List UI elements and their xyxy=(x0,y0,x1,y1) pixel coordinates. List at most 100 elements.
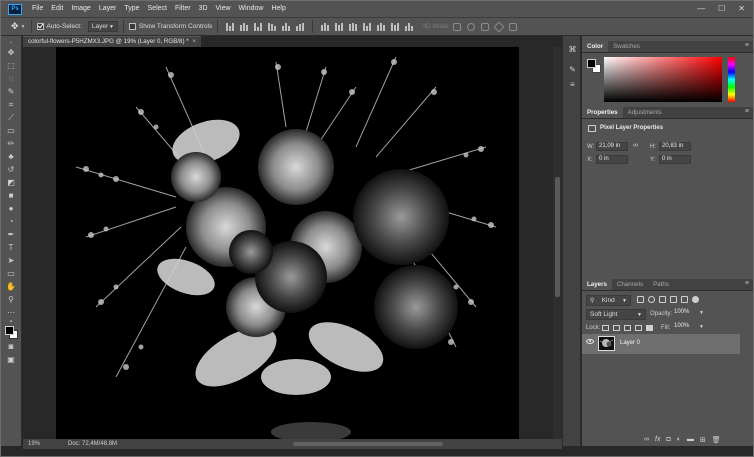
align-top-icon[interactable] xyxy=(226,22,235,31)
vertical-scrollbar-thumb[interactable] xyxy=(555,177,560,297)
vertical-scrollbar[interactable] xyxy=(553,47,562,439)
filter-type-icon[interactable] xyxy=(659,296,666,303)
trash-icon[interactable]: 🗑 xyxy=(712,436,721,444)
chevron-down-icon[interactable]: ▼ xyxy=(699,324,704,330)
3d-pan-icon[interactable] xyxy=(481,22,490,31)
hue-slider[interactable] xyxy=(728,57,735,102)
menu-layer[interactable]: Layer xyxy=(95,1,121,17)
document-tab[interactable]: colorful-flowers-P5HZMX3.JPG @ 19% (Laye… xyxy=(23,36,201,47)
path-selection-tool-icon[interactable]: ➤ xyxy=(5,256,17,266)
new-layer-icon[interactable]: ⊞ xyxy=(700,436,706,444)
rectangle-tool-icon[interactable]: ▭ xyxy=(5,269,17,279)
align-right-icon[interactable] xyxy=(296,22,305,31)
distribute-hcenter-icon[interactable] xyxy=(377,22,386,31)
pen-tool-icon[interactable]: ✒ xyxy=(5,230,17,240)
collapse-toolbar-icon[interactable]: » xyxy=(5,38,17,48)
menu-file[interactable]: File xyxy=(28,1,47,17)
panel-menu-icon[interactable]: ≡ xyxy=(745,42,749,49)
fx-icon[interactable]: fx xyxy=(655,436,660,444)
history-panel-icon[interactable]: ⌘ xyxy=(568,46,577,54)
width-field[interactable]: 21,09 in xyxy=(596,142,628,151)
horizontal-scrollbar-thumb[interactable] xyxy=(293,442,443,446)
eye-icon[interactable] xyxy=(586,339,594,344)
adjustments-panel-icon[interactable]: ≡ xyxy=(568,81,577,89)
document-canvas[interactable] xyxy=(56,47,519,439)
clone-stamp-tool-icon[interactable]: ♣ xyxy=(5,152,17,162)
3d-slide-icon[interactable] xyxy=(493,20,506,33)
lock-position-icon[interactable] xyxy=(624,325,631,331)
crop-tool-icon[interactable]: ⌗ xyxy=(5,100,17,110)
document-size-info[interactable]: Doc: 72,4M/48,8M xyxy=(68,439,117,449)
tab-paths[interactable]: Paths xyxy=(648,279,674,290)
canvas-area[interactable] xyxy=(23,47,553,439)
move-tool-icon[interactable]: ✥ xyxy=(5,48,17,58)
x-field[interactable]: 0 in xyxy=(596,155,628,164)
opacity-field[interactable]: 100% xyxy=(672,309,698,318)
align-left-icon[interactable] xyxy=(268,22,277,31)
3d-roll-icon[interactable] xyxy=(467,22,476,31)
align-bottom-icon[interactable] xyxy=(254,22,263,31)
menu-filter[interactable]: Filter xyxy=(171,1,195,17)
auto-align-icon[interactable] xyxy=(405,22,414,31)
menu-type[interactable]: Type xyxy=(120,1,143,17)
folder-icon[interactable]: ▬ xyxy=(687,436,694,444)
color-field[interactable] xyxy=(604,57,722,102)
distribute-vcenter-icon[interactable] xyxy=(335,22,344,31)
3d-scale-icon[interactable] xyxy=(509,22,518,31)
tab-properties[interactable]: Properties xyxy=(582,107,623,118)
eyedropper-tool-icon[interactable]: ⟋ xyxy=(5,113,17,123)
layer-row[interactable]: Layer 0 xyxy=(582,334,740,354)
align-hcenter-icon[interactable] xyxy=(282,22,291,31)
fill-field[interactable]: 100% xyxy=(672,323,698,332)
brush-settings-icon[interactable]: ✎ xyxy=(568,66,577,74)
menu-3d[interactable]: 3D xyxy=(195,1,212,17)
distribute-top-icon[interactable] xyxy=(321,22,330,31)
quick-mask-icon[interactable]: ◙ xyxy=(5,342,17,352)
filter-shape-icon[interactable] xyxy=(670,296,677,303)
chevron-down-icon[interactable]: ▼ xyxy=(699,310,704,316)
distribute-left-icon[interactable] xyxy=(363,22,372,31)
healing-brush-tool-icon[interactable]: ▭ xyxy=(5,126,17,136)
foreground-color-swatch[interactable] xyxy=(587,59,596,68)
tab-layers[interactable]: Layers xyxy=(582,279,612,290)
panel-menu-icon[interactable]: ≡ xyxy=(745,108,749,115)
lock-all-icon[interactable] xyxy=(646,325,653,331)
menu-select[interactable]: Select xyxy=(144,1,171,17)
tab-channels[interactable]: Channels xyxy=(612,279,648,290)
marquee-tool-icon[interactable]: ⬚ xyxy=(5,61,17,71)
menu-help[interactable]: Help xyxy=(267,1,289,17)
move-tool-icon[interactable]: ✥ xyxy=(11,21,19,32)
close-document-icon[interactable]: × xyxy=(192,37,196,47)
lock-transparent-icon[interactable] xyxy=(602,325,609,331)
menu-image[interactable]: Image xyxy=(67,1,94,17)
maximize-button[interactable]: ☐ xyxy=(718,1,725,17)
auto-select-checkbox[interactable] xyxy=(36,23,44,30)
lock-image-icon[interactable] xyxy=(613,325,620,331)
tab-swatches[interactable]: Swatches xyxy=(608,41,645,52)
history-brush-tool-icon[interactable]: ↺ xyxy=(5,165,17,175)
close-button[interactable]: ✕ xyxy=(738,1,745,17)
eraser-tool-icon[interactable]: ◩ xyxy=(5,178,17,188)
filter-adjustment-icon[interactable] xyxy=(648,296,655,303)
align-vcenter-icon[interactable] xyxy=(240,22,249,31)
panel-menu-icon[interactable]: ≡ xyxy=(745,280,749,287)
blur-tool-icon[interactable]: ● xyxy=(5,204,17,214)
dodge-tool-icon[interactable]: ◔ xyxy=(5,217,17,227)
show-transform-checkbox[interactable] xyxy=(128,23,136,30)
tab-adjustments[interactable]: Adjustments xyxy=(623,107,667,118)
menu-view[interactable]: View xyxy=(212,1,235,17)
filter-toggle-icon[interactable] xyxy=(692,296,699,303)
tool-preset-dropdown-icon[interactable]: ▼ xyxy=(21,24,26,30)
type-tool-icon[interactable]: T xyxy=(5,243,17,253)
zoom-tool-icon[interactable]: ⚲ xyxy=(5,295,17,305)
zoom-level-field[interactable]: 19% xyxy=(28,439,40,449)
auto-select-dropdown[interactable]: Layer ▼ xyxy=(87,21,118,32)
brush-tool-icon[interactable]: ✏ xyxy=(5,139,17,149)
lock-artboard-icon[interactable] xyxy=(635,325,642,331)
blend-mode-dropdown[interactable]: Soft Light ▼ xyxy=(586,309,646,320)
lasso-tool-icon[interactable]: ◌ xyxy=(5,74,17,84)
screen-mode-icon[interactable]: ▣ xyxy=(5,355,17,365)
layer-filter-kind-dropdown[interactable]: ⚲ Kind ▼ xyxy=(586,295,631,306)
menu-window[interactable]: Window xyxy=(235,1,268,17)
quick-selection-tool-icon[interactable]: ✎ xyxy=(5,87,17,97)
